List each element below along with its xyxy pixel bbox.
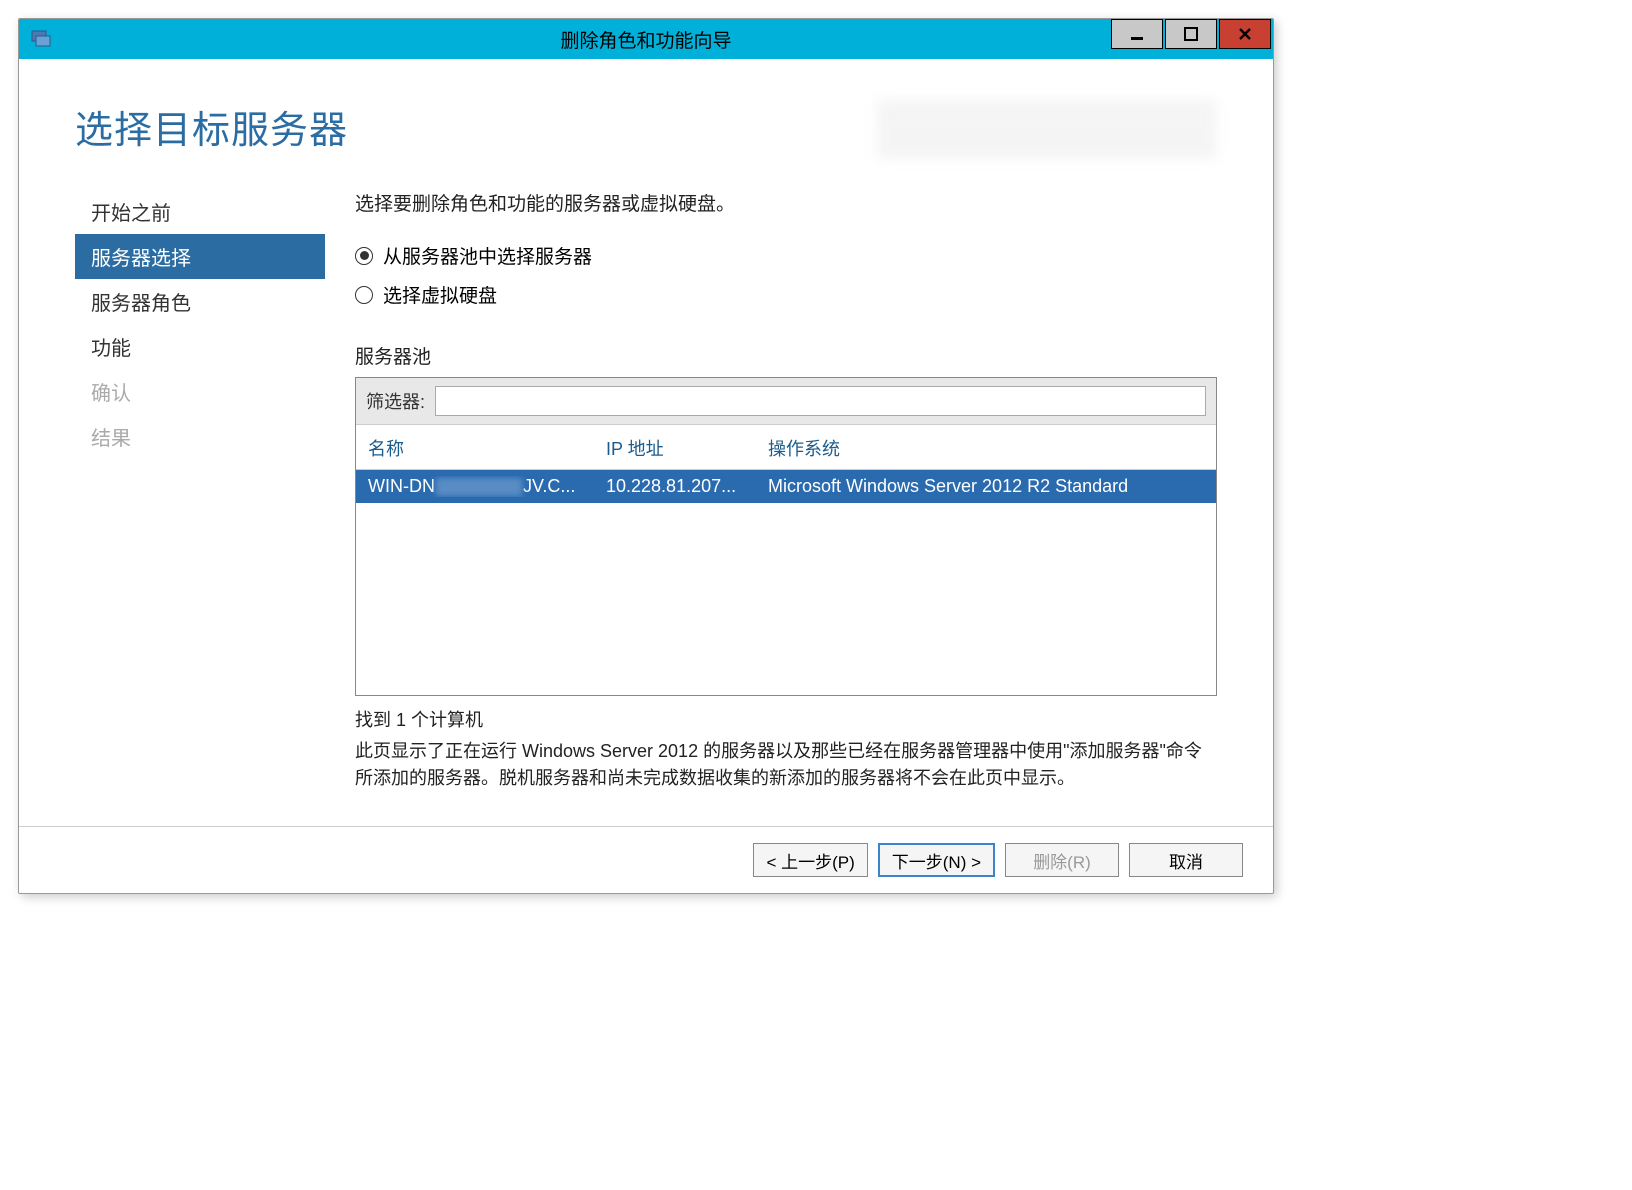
main-panel: 选择要删除角色和功能的服务器或虚拟硬盘。 从服务器池中选择服务器 选择虚拟硬盘 … xyxy=(355,189,1217,792)
sidebar-item-step-3[interactable]: 功能 xyxy=(75,324,325,369)
page-title: 选择目标服务器 xyxy=(75,99,348,154)
titlebar: 删除角色和功能向导 xyxy=(19,19,1273,59)
filter-input[interactable] xyxy=(435,386,1206,416)
sidebar-item-step-2[interactable]: 服务器角色 xyxy=(75,279,325,324)
filter-label: 筛选器: xyxy=(366,388,425,414)
wizard-window: 删除角色和功能向导 选择目标服务器 开始之前服务器选择服务器角色功能确认结果 选… xyxy=(18,18,1274,894)
radio-server-pool[interactable]: 从服务器池中选择服务器 xyxy=(355,242,1217,269)
radio-icon xyxy=(355,286,373,304)
column-header-os[interactable]: 操作系统 xyxy=(768,435,1204,461)
server-pool-label: 服务器池 xyxy=(355,342,1217,369)
radio-label: 选择虚拟硬盘 xyxy=(383,281,497,308)
content-area: 选择目标服务器 开始之前服务器选择服务器角色功能确认结果 选择要删除角色和功能的… xyxy=(19,59,1273,893)
server-table: 名称 IP 地址 操作系统 WIN-DNJV.C...10.228.81.207… xyxy=(356,425,1216,695)
description-text: 此页显示了正在运行 Windows Server 2012 的服务器以及那些已经… xyxy=(355,738,1217,792)
radio-label: 从服务器池中选择服务器 xyxy=(383,242,592,269)
cell-ip: 10.228.81.207... xyxy=(606,476,764,497)
remove-button[interactable]: 删除(R) xyxy=(1005,843,1119,877)
table-row[interactable]: WIN-DNJV.C...10.228.81.207...Microsoft W… xyxy=(356,470,1216,503)
filter-row: 筛选器: xyxy=(356,378,1216,425)
destination-server-info xyxy=(877,99,1217,159)
window-buttons xyxy=(1111,19,1273,59)
server-pool-box: 筛选器: 名称 IP 地址 操作系统 WIN-DNJV.C...10.228.8… xyxy=(355,377,1217,696)
radio-virtual-hard-disk[interactable]: 选择虚拟硬盘 xyxy=(355,281,1217,308)
column-header-name[interactable]: 名称 xyxy=(368,435,602,461)
cell-os: Microsoft Windows Server 2012 R2 Standar… xyxy=(768,476,1204,497)
cell-name: WIN-DNJV.C... xyxy=(368,476,602,497)
radio-icon xyxy=(355,247,373,265)
column-header-ip[interactable]: IP 地址 xyxy=(606,435,764,461)
window-title: 删除角色和功能向导 xyxy=(19,26,1273,53)
header-area: 选择目标服务器 xyxy=(19,59,1273,169)
sidebar-item-step-5: 结果 xyxy=(75,414,325,459)
sidebar-item-step-1[interactable]: 服务器选择 xyxy=(75,234,325,279)
cancel-button[interactable]: 取消 xyxy=(1129,843,1243,877)
computer-count-text: 找到 1 个计算机 xyxy=(355,706,1217,732)
close-button[interactable] xyxy=(1219,19,1271,49)
wizard-footer: < 上一步(P) 下一步(N) > 删除(R) 取消 xyxy=(19,826,1273,893)
instruction-text: 选择要删除角色和功能的服务器或虚拟硬盘。 xyxy=(355,189,1217,216)
table-body: WIN-DNJV.C...10.228.81.207...Microsoft W… xyxy=(356,469,1216,695)
previous-button[interactable]: < 上一步(P) xyxy=(753,843,867,877)
app-icon xyxy=(29,27,53,51)
minimize-button[interactable] xyxy=(1111,19,1163,49)
table-header: 名称 IP 地址 操作系统 xyxy=(356,425,1216,469)
sidebar-item-step-0[interactable]: 开始之前 xyxy=(75,189,325,234)
next-button[interactable]: 下一步(N) > xyxy=(878,843,995,877)
sidebar-item-step-4: 确认 xyxy=(75,369,325,414)
maximize-button[interactable] xyxy=(1165,19,1217,49)
body-area: 开始之前服务器选择服务器角色功能确认结果 选择要删除角色和功能的服务器或虚拟硬盘… xyxy=(19,169,1273,802)
wizard-steps-sidebar: 开始之前服务器选择服务器角色功能确认结果 xyxy=(75,189,325,792)
